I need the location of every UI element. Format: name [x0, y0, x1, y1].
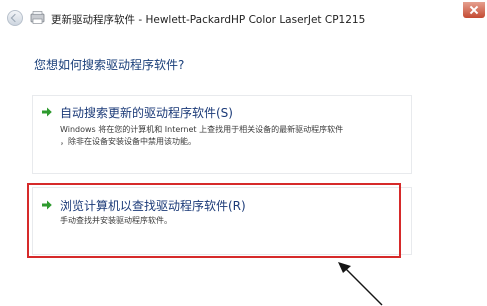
annotation-arrow-icon — [338, 262, 383, 306]
option-description-line: 手动查找并安装驱动程序软件。 — [60, 216, 172, 225]
back-arrow-icon[interactable] — [7, 10, 23, 26]
option-title: 自动搜索更新的驱动程序软件(S) — [60, 106, 233, 120]
close-icon[interactable] — [463, 2, 485, 18]
option-browse-computer[interactable]: 浏览计算机以查找驱动程序软件(R) 手动查找并安装驱动程序软件。 — [32, 187, 412, 255]
option-search-automatically[interactable]: 自动搜索更新的驱动程序软件(S) Windows 将在您的计算机和 Intern… — [32, 95, 412, 174]
green-arrow-icon — [42, 107, 52, 117]
option-description-line: ，除非在设备安装设备中禁用该功能。 — [60, 137, 196, 146]
option-description: 手动查找并安装驱动程序软件。 — [60, 215, 172, 227]
window-title: 更新驱动程序软件 - Hewlett-PackardHP Color Laser… — [51, 14, 366, 26]
device-manager-icon — [30, 11, 45, 24]
page-heading: 您想如何搜索驱动程序软件? — [34, 58, 185, 72]
title-bar: 更新驱动程序软件 - Hewlett-PackardHP Color Laser… — [0, 0, 487, 38]
option-description-line: Windows 将在您的计算机和 Internet 上查找用于相关设备的最新驱动… — [60, 125, 344, 134]
green-arrow-icon — [42, 200, 52, 210]
option-title: 浏览计算机以查找驱动程序软件(R) — [60, 199, 246, 213]
option-description: Windows 将在您的计算机和 Internet 上查找用于相关设备的最新驱动… — [60, 124, 343, 148]
